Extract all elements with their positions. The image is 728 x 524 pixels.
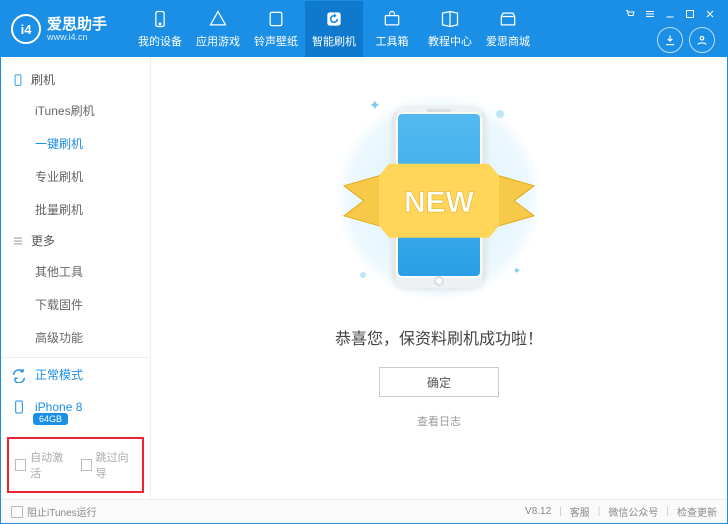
logo-badge: i4: [11, 14, 41, 44]
close-button[interactable]: [703, 7, 717, 21]
app-url: www.i4.cn: [47, 32, 107, 42]
sidebar-item-other-tools[interactable]: 其他工具: [1, 255, 150, 288]
maximize-button[interactable]: [683, 7, 697, 21]
nav-label: 工具箱: [376, 33, 409, 49]
version-label: V8.12: [525, 506, 551, 517]
nav-toolbox[interactable]: 工具箱: [363, 1, 421, 57]
checkbox-label: 阻止iTunes运行: [27, 504, 97, 519]
nav-tutorial[interactable]: 教程中心: [421, 1, 479, 57]
minimize-button[interactable]: [663, 7, 677, 21]
sidebar-item-pro-flash[interactable]: 专业刷机: [1, 160, 150, 193]
nav-rings[interactable]: 铃声壁纸: [247, 1, 305, 57]
app-logo: i4 爱思助手 www.i4.cn: [1, 1, 131, 57]
nav-flash[interactable]: 智能刷机: [305, 1, 363, 57]
nav-label: 教程中心: [428, 33, 472, 49]
download-button[interactable]: [657, 27, 683, 53]
status-link-update[interactable]: 检查更新: [677, 504, 717, 519]
phone-icon: [11, 73, 25, 87]
nav-label: 铃声壁纸: [254, 33, 298, 49]
ok-button[interactable]: 确定: [379, 367, 499, 397]
success-illustration: ✦ ✦ NEW: [309, 87, 569, 307]
block-itunes-checkbox[interactable]: 阻止iTunes运行: [11, 504, 97, 519]
sidebar-section-label: 更多: [31, 232, 55, 249]
note-icon: [266, 9, 286, 29]
view-log-link[interactable]: 查看日志: [417, 413, 461, 429]
checkbox-label: 自动激活: [30, 449, 70, 481]
status-link-support[interactable]: 客服: [570, 504, 590, 519]
nav-apps[interactable]: 应用游戏: [189, 1, 247, 57]
sync-icon: [11, 367, 27, 383]
sidebar-section-label: 刷机: [31, 71, 55, 88]
book-icon: [440, 9, 460, 29]
phone-icon: [150, 9, 170, 29]
sparkle-icon: ✦: [513, 266, 521, 277]
svg-text:NEW: NEW: [404, 185, 475, 218]
checkbox-label: 跳过向导: [96, 449, 136, 481]
nav-label: 应用游戏: [196, 33, 240, 49]
app-name: 爱思助手: [47, 17, 107, 32]
app-icon: [208, 9, 228, 29]
device-mode-label: 正常模式: [35, 366, 83, 383]
toolbox-icon: [382, 9, 402, 29]
list-icon: [11, 234, 25, 248]
sidebar-section-flash[interactable]: 刷机: [1, 65, 150, 94]
device-row[interactable]: iPhone 8 64GB: [1, 391, 150, 433]
user-button[interactable]: [689, 27, 715, 53]
new-ribbon: NEW: [334, 155, 544, 248]
device-capacity-badge: 64GB: [33, 413, 68, 425]
nav-label: 智能刷机: [312, 33, 356, 49]
nav-label: 爱思商城: [486, 33, 530, 49]
success-message: 恭喜您，保资料刷机成功啦！: [335, 325, 543, 349]
cart-icon[interactable]: [623, 7, 637, 21]
sparkle-icon: ✦: [369, 97, 381, 114]
sidebar-item-download-firmware[interactable]: 下载固件: [1, 288, 150, 321]
device-name: iPhone 8: [35, 400, 82, 414]
nav-devices[interactable]: 我的设备: [131, 1, 189, 57]
device-mode-row[interactable]: 正常模式: [1, 358, 150, 391]
status-link-wechat[interactable]: 微信公众号: [608, 504, 658, 519]
menu-icon[interactable]: [643, 7, 657, 21]
sidebar-section-more[interactable]: 更多: [1, 226, 150, 255]
sidebar-item-itunes-flash[interactable]: iTunes刷机: [1, 94, 150, 127]
shop-icon: [498, 9, 518, 29]
sidebar-item-advanced[interactable]: 高级功能: [1, 321, 150, 354]
phone-icon: [11, 399, 27, 415]
sidebar-item-batch-flash[interactable]: 批量刷机: [1, 193, 150, 226]
skip-guide-checkbox[interactable]: 跳过向导: [81, 449, 137, 481]
auto-activate-checkbox[interactable]: 自动激活: [15, 449, 71, 481]
nav-label: 我的设备: [138, 33, 182, 49]
activation-options: 自动激活 跳过向导: [7, 437, 144, 493]
refresh-icon: [324, 9, 344, 29]
sidebar-item-onekey-flash[interactable]: 一键刷机: [1, 127, 150, 160]
nav-store[interactable]: 爱思商城: [479, 1, 537, 57]
